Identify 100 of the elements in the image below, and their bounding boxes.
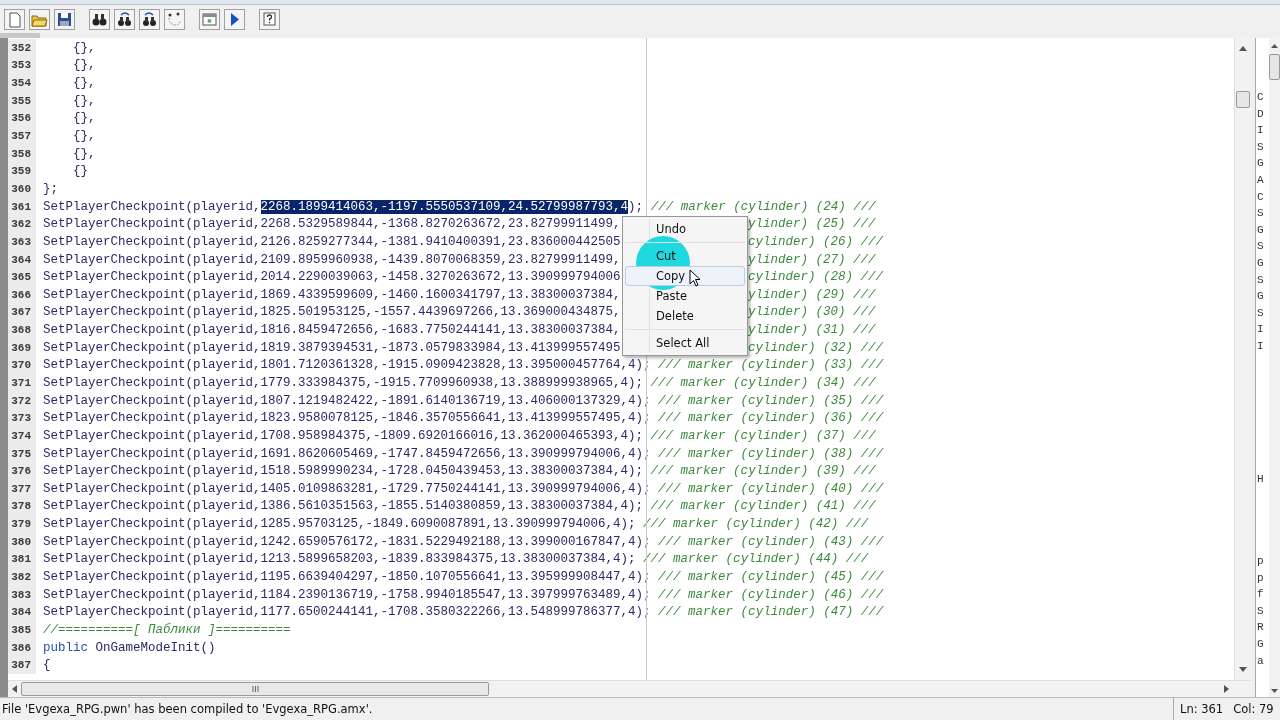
code-line: SetPlayerCheckpoint(playerid,1807.1219482422,-1891.6140136719,13.406000137329,4); /// marker (cylinder) (35) /// bbox=[43, 393, 884, 408]
dotted-path-icon[interactable] bbox=[164, 8, 185, 30]
code-fragment: cylinder) (28) /// bbox=[748, 270, 884, 285]
code-line: { bbox=[43, 658, 51, 673]
binoculars-icon[interactable] bbox=[89, 8, 110, 30]
window-icon[interactable] bbox=[199, 8, 220, 30]
code-line: {}, bbox=[72, 146, 96, 161]
function-list-item[interactable]: S bbox=[1256, 304, 1269, 322]
function-list-item[interactable]: a bbox=[1256, 652, 1269, 670]
menu-item[interactable]: Cut bbox=[625, 246, 745, 266]
menu-item[interactable]: Copy bbox=[625, 266, 745, 286]
line-number: 368 bbox=[8, 321, 36, 339]
line-number: 360 bbox=[8, 180, 36, 198]
play-icon[interactable] bbox=[224, 8, 245, 30]
code-fragment: ylinder) (25) /// bbox=[748, 217, 876, 232]
code-line: SetPlayerCheckpoint(playerid,1819.3879394531,-1873.0579833984,13.413999557495 bbox=[43, 340, 621, 355]
help-icon[interactable] bbox=[259, 8, 280, 30]
function-list-item[interactable]: f bbox=[1256, 586, 1269, 603]
line-number: 362 bbox=[8, 215, 36, 234]
line-number: 387 bbox=[8, 656, 36, 675]
scroll-left-icon[interactable] bbox=[12, 685, 17, 693]
code-line: {}, bbox=[72, 93, 96, 108]
new-file-icon[interactable] bbox=[4, 8, 25, 30]
code-line: {} bbox=[72, 164, 88, 179]
binoculars-icon[interactable] bbox=[114, 8, 135, 30]
line-number: 377 bbox=[8, 480, 36, 498]
code-fragment: cylinder) (32) /// bbox=[748, 340, 884, 355]
function-list-item[interactable]: S bbox=[1256, 238, 1269, 255]
code-line: SetPlayerCheckpoint(playerid,1869.4339599609,-1460.1600341797,13.38300037384, bbox=[43, 287, 621, 302]
line-number: 363 bbox=[8, 233, 36, 251]
function-list-item[interactable]: I bbox=[1256, 122, 1269, 139]
code-line: {}, bbox=[72, 58, 96, 73]
scroll-up-icon[interactable] bbox=[1271, 44, 1278, 48]
scroll-right-icon[interactable] bbox=[1224, 685, 1229, 693]
code-line: SetPlayerCheckpoint(playerid,1405.0109863281,-1729.7750244141,13.390999794006,4); /// marker (cylinder) (40) /// bbox=[43, 481, 884, 496]
binoculars-icon[interactable] bbox=[139, 8, 160, 30]
code-line: SetPlayerCheckpoint(playerid,2268.5329589844,-1368.8270263672,23.82799911499, bbox=[43, 217, 621, 232]
code-fragment: ylinder) (30) /// bbox=[748, 305, 876, 320]
code-line: SetPlayerCheckpoint(playerid,1195.6639404297,-1850.1070556641,13.395999908447,4); /// marker (cylinder) (45) /// bbox=[43, 570, 884, 585]
code-line: SetPlayerCheckpoint(playerid,1779.333984375,-1915.7709960938,13.388999938965,4); /// marker (cylinder) (34) /// bbox=[43, 376, 876, 390]
code-line: }; bbox=[43, 181, 58, 196]
function-list-item[interactable]: C bbox=[1256, 89, 1269, 106]
line-number: 371 bbox=[8, 374, 36, 392]
function-list-item[interactable]: I bbox=[1256, 337, 1269, 355]
function-list-item[interactable]: p bbox=[1256, 569, 1269, 587]
line-number: 374 bbox=[8, 427, 36, 445]
function-list-item[interactable]: H bbox=[1256, 470, 1269, 488]
function-list-item[interactable]: G bbox=[1256, 221, 1269, 239]
line-number: 352 bbox=[8, 39, 36, 57]
line-number: 357 bbox=[8, 127, 36, 145]
open-folder-icon[interactable] bbox=[29, 8, 50, 30]
scrollbar-thumb[interactable] bbox=[1269, 54, 1280, 80]
function-list-item[interactable]: A bbox=[1256, 171, 1269, 189]
function-list-item[interactable]: I bbox=[1256, 321, 1269, 338]
code-line: SetPlayerCheckpoint(playerid,2014.2290039063,-1458.3270263672,13.390999794006 bbox=[43, 270, 621, 285]
menu-item[interactable]: Delete bbox=[625, 306, 745, 326]
scroll-up-icon[interactable] bbox=[1239, 46, 1247, 51]
code-line: SetPlayerCheckpoint(playerid,2268.1899414063,-1197.5550537109,24.52799987793,4); /// marker (cylinder) (24) /// bbox=[43, 199, 876, 214]
save-icon[interactable] bbox=[54, 8, 75, 30]
scrollbar-thumb[interactable] bbox=[1236, 91, 1250, 108]
code-fragment: ylinder) (31) /// bbox=[748, 323, 876, 338]
function-list-item[interactable]: C bbox=[1256, 188, 1269, 206]
function-list-item[interactable]: S bbox=[1256, 138, 1269, 156]
line-number: 365 bbox=[8, 268, 36, 286]
function-list-item[interactable]: D bbox=[1256, 105, 1269, 123]
code-line: SetPlayerCheckpoint(playerid,1825.501953125,-1557.4439697266,13.369000434875, bbox=[43, 305, 621, 320]
scroll-down-icon[interactable] bbox=[1239, 667, 1247, 672]
function-list-item[interactable]: G bbox=[1256, 155, 1269, 172]
column-position: Col: 79 bbox=[1233, 702, 1274, 716]
function-list-item[interactable]: R bbox=[1256, 619, 1269, 637]
line-number: 376 bbox=[8, 462, 36, 480]
function-list-item[interactable]: S bbox=[1256, 205, 1269, 222]
status-message: File 'Evgexa_RPG.pwn' has been compiled to 'Evgexa_RPG.amx'. bbox=[1, 702, 374, 716]
code-line: {}, bbox=[72, 40, 96, 55]
function-list-item[interactable]: p bbox=[1256, 553, 1269, 570]
function-list-item[interactable]: G bbox=[1256, 288, 1269, 305]
code-line: {}, bbox=[72, 76, 96, 91]
code-line: //==========[ Паблики ]========== bbox=[43, 622, 291, 637]
scroll-down-icon[interactable] bbox=[1271, 689, 1278, 693]
function-list-item[interactable]: G bbox=[1256, 636, 1269, 653]
code-line: SetPlayerCheckpoint(playerid,1691.8620605469,-1747.8459472656,13.390999794006,4); /// marker (cylinder) (38) /// bbox=[43, 446, 884, 461]
code-fragment: cylinder) (26) /// bbox=[748, 234, 884, 249]
function-list-item[interactable]: S bbox=[1256, 271, 1269, 289]
code-line: SetPlayerCheckpoint(playerid,1708.958984375,-1809.6920166016,13.362000465393,4); /// marker (cylinder) (37) /// bbox=[43, 428, 876, 443]
menu-item[interactable]: Paste bbox=[625, 286, 745, 306]
line-number: 385 bbox=[8, 621, 36, 639]
function-list-item[interactable]: G bbox=[1256, 254, 1269, 272]
scrollbar-thumb[interactable] bbox=[21, 682, 489, 696]
code-line: SetPlayerCheckpoint(playerid,1801.7120361328,-1915.0909423828,13.395000457764,4); /// marker (cylinder) (33) /// bbox=[43, 358, 884, 373]
line-number: 382 bbox=[8, 568, 36, 586]
menu-item[interactable]: Undo bbox=[625, 219, 745, 239]
menu-item[interactable]: Select All bbox=[625, 333, 745, 353]
code-fragment: ylinder) (29) /// bbox=[748, 287, 876, 302]
function-list-item[interactable]: S bbox=[1256, 602, 1269, 620]
code-line: SetPlayerCheckpoint(playerid,1386.5610351563,-1855.5140380859,13.38300037384,4); /// marker (cylinder) (41) /// bbox=[43, 499, 876, 514]
line-number: 359 bbox=[8, 162, 36, 181]
code-line: SetPlayerCheckpoint(playerid,1816.8459472656,-1683.7750244141,13.38300037384, bbox=[43, 323, 621, 338]
mouse-cursor-icon bbox=[689, 269, 701, 287]
code-line: SetPlayerCheckpoint(playerid,1242.6590576172,-1831.5229492188,13.399000167847,4); /// marker (cylinder) (43) /// bbox=[43, 534, 884, 549]
code-line: SetPlayerCheckpoint(playerid,1177.6500244141,-1708.3580322266,13.548999786377,4); /// marker (cylinder) (47) /// bbox=[43, 605, 884, 620]
